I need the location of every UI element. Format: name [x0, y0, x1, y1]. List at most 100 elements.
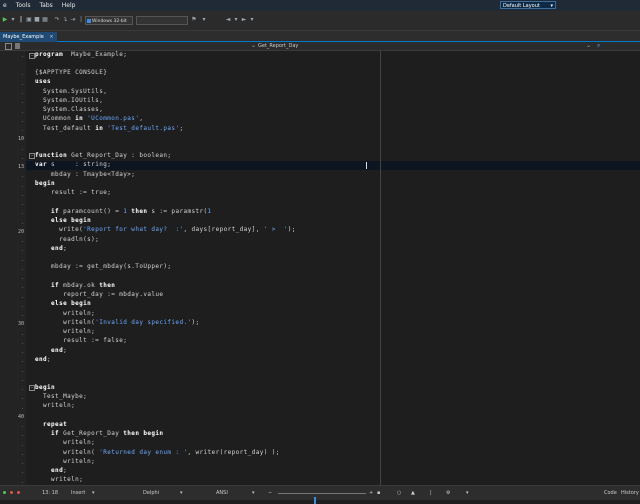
code-token: writeln; — [35, 402, 76, 409]
zoom-in-icon[interactable]: + — [369, 490, 373, 496]
layout-select-value: Default Layout — [503, 3, 540, 9]
code-line: writeln; — [35, 476, 83, 483]
code-line: var s : string; — [35, 161, 111, 168]
code-line: write('Report for what day? :', days[rep… — [35, 226, 296, 233]
line-gutter: ........ 10.. 13...... 20......... 30.......… — [0, 51, 26, 485]
code-line: readln(s); — [35, 236, 99, 243]
windows-icon — [87, 19, 91, 23]
pause-icon[interactable]: ‖ — [18, 17, 24, 23]
code-token: writeln; — [35, 476, 84, 483]
encoding-select[interactable]: ANSI — [216, 490, 228, 496]
line-number: . — [20, 368, 24, 374]
fold-toggle-icon[interactable]: − — [29, 53, 35, 59]
back-icon[interactable]: ◄ — [225, 17, 231, 23]
code-line: if Get_Report_Day then begin — [35, 430, 163, 437]
code-token: mbday := get_mbday(s.ToUpper); — [35, 263, 172, 270]
language-select[interactable]: Delphi — [143, 490, 159, 496]
platform-select[interactable]: Windows 32-bit — [85, 16, 133, 25]
line-number: . — [20, 183, 24, 189]
step-icon[interactable]: ▣ — [26, 17, 32, 23]
code-line: writeln; — [35, 328, 95, 335]
close-icon[interactable]: × — [49, 34, 53, 40]
unit-icon[interactable] — [5, 43, 12, 50]
code-line: mbday := get_mbday(s.ToUpper); — [35, 263, 171, 270]
zoom-slider[interactable] — [278, 493, 366, 504]
chevron-down-icon[interactable]: ⌄ — [251, 42, 256, 49]
menu-item-edit[interactable]: e — [3, 2, 7, 9]
stop-icon[interactable]: ■ — [34, 17, 40, 23]
dropdown-icon[interactable]: ▾ — [10, 17, 16, 23]
insert-mode[interactable]: Insert — [71, 490, 85, 496]
code-line: writeln; — [35, 439, 95, 446]
flag-icon[interactable]: ⚑ — [191, 17, 197, 23]
search-icon[interactable]: ⌕ — [597, 42, 600, 50]
code-token: writeln( — [35, 449, 100, 456]
document-icon[interactable] — [15, 43, 20, 49]
record-icon[interactable]: ○ — [397, 490, 401, 496]
function-selector[interactable]: Get_Report_Day — [258, 43, 298, 49]
step-into-icon[interactable]: ↴ — [62, 17, 68, 23]
code-line: writeln('Invalid day specified.'); — [35, 319, 200, 326]
chevron-down-icon[interactable]: ▾ — [252, 490, 255, 496]
warning-icon[interactable]: ▲ — [411, 490, 415, 496]
config-select[interactable] — [136, 16, 188, 25]
code-token: ' > ' — [263, 226, 288, 233]
tab-maybe-example[interactable]: Maybe_Example × — [0, 32, 57, 42]
dropdown-icon[interactable]: ▾ — [201, 17, 207, 23]
code-token: s := paramstr( — [147, 208, 208, 215]
code-token: Get_Report_Day — [59, 430, 124, 437]
fold-toggle-icon[interactable]: − — [29, 153, 35, 159]
zoom-slider-thumb[interactable] — [314, 497, 316, 504]
code-line: mbday : Tmaybe<Tday>; — [35, 171, 135, 178]
code-line: writeln; — [35, 458, 95, 465]
grid-icon[interactable]: ▦ — [42, 17, 48, 23]
code-token: in — [95, 125, 104, 132]
line-number: . — [20, 201, 24, 207]
layout-select[interactable]: Default Layout ▾ — [500, 1, 556, 9]
chevron-down-icon[interactable]: ▾ — [466, 490, 469, 496]
zoom-out-icon[interactable]: − — [268, 490, 272, 496]
chevron-down-icon[interactable]: ▾ — [92, 490, 95, 496]
dropdown-icon[interactable]: ▾ — [233, 17, 239, 23]
chevron-down-icon[interactable]: ▾ — [180, 490, 183, 496]
line-number: . — [20, 395, 24, 401]
tab-code[interactable]: Code — [604, 490, 617, 496]
code-token: result := true; — [35, 189, 112, 196]
line-number: . — [20, 340, 24, 346]
step-out-icon[interactable]: ⇥ — [70, 17, 76, 23]
line-number: . — [20, 284, 24, 290]
save-icon[interactable]: ▪ — [377, 490, 380, 496]
menu-item-tools[interactable]: Tools — [16, 2, 31, 9]
menu-item-help[interactable]: Help — [62, 2, 76, 9]
line-number: 20 — [17, 229, 24, 235]
line-number: . — [20, 192, 24, 198]
code-token: readln(s); — [35, 236, 100, 243]
step-over-icon[interactable]: ↷ — [54, 17, 60, 23]
code-editor[interactable]: ........ 10.. 13...... 20......... 30.......… — [0, 51, 640, 485]
code-token: ; — [63, 467, 68, 474]
code-token: 'Returned day enum : ' — [99, 449, 188, 456]
gear-icon[interactable]: ⚙ — [446, 490, 450, 496]
fold-toggle-icon[interactable]: − — [29, 385, 35, 391]
dropdown-icon[interactable]: ▾ — [249, 17, 255, 23]
text-caret — [366, 162, 367, 169]
status-error-icon — [10, 491, 13, 494]
code-token: paramcount() = — [59, 208, 124, 215]
chevron-down-icon[interactable]: ⌄ — [586, 42, 591, 49]
separator-icon: | — [79, 16, 83, 23]
code-line: System.Classes, — [35, 106, 103, 113]
code-token: 'UCommon.pas' — [83, 115, 140, 122]
code-line: result := false; — [35, 337, 127, 344]
line-number: . — [20, 53, 24, 59]
line-number: . — [20, 210, 24, 216]
code-token: , days[report_day], — [183, 226, 264, 233]
line-number: . — [20, 118, 24, 124]
code-token: mbday.ok — [59, 282, 100, 289]
code-line: repeat — [35, 421, 67, 428]
menu-item-tabs[interactable]: Tabs — [39, 2, 52, 9]
code-token: Maybe_Example; — [63, 51, 128, 58]
forward-icon[interactable]: ► — [241, 17, 247, 23]
run-icon[interactable]: ▶ — [2, 17, 8, 23]
tab-history[interactable]: History — [621, 490, 639, 496]
line-number: . — [20, 238, 24, 244]
